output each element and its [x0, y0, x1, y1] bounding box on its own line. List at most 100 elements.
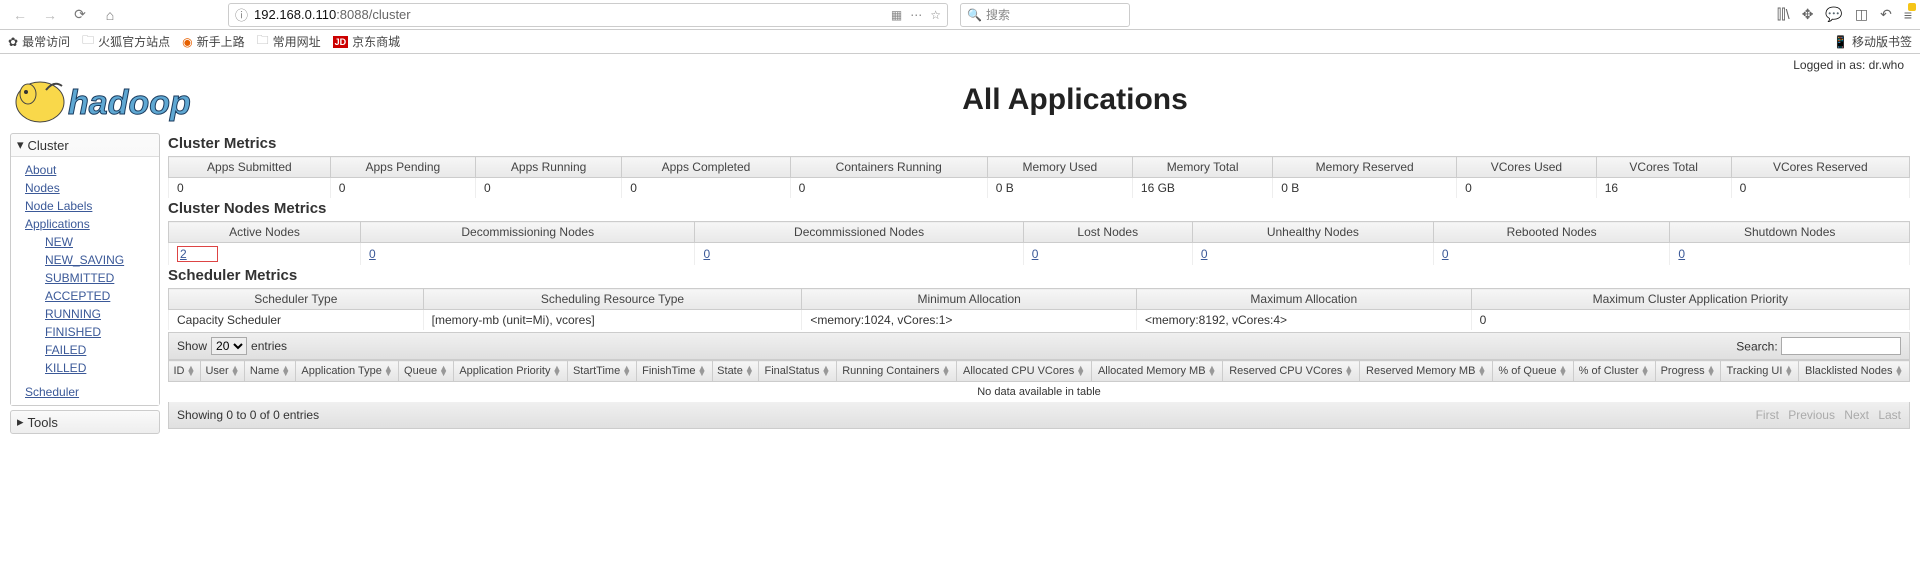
sort-icon: ▲▼ [1208, 366, 1217, 377]
bookmark-frequent[interactable]: ✿最常访问 [8, 33, 70, 50]
column-header[interactable]: Progress▲▼ [1655, 361, 1721, 382]
browser-search-box[interactable]: 🔍 搜索 [960, 3, 1130, 27]
metric-link[interactable]: 2 [180, 247, 187, 261]
column-header[interactable]: Application Priority▲▼ [453, 361, 567, 382]
column-header[interactable]: Reserved Memory MB▲▼ [1360, 361, 1493, 382]
sidebar-about[interactable]: About [25, 161, 159, 179]
bookmark-firefox[interactable]: 🗀火狐官方站点 [82, 31, 170, 52]
pager-prev[interactable]: Previous [1788, 408, 1835, 422]
metric-value: 16 GB [1132, 178, 1272, 199]
metric-value: 0 [1433, 243, 1670, 266]
pager-last[interactable]: Last [1878, 408, 1901, 422]
column-header[interactable]: User▲▼ [200, 361, 244, 382]
forward-button[interactable]: → [38, 3, 62, 27]
metric-value: 16 [1596, 178, 1731, 199]
menu-icon[interactable]: ≡ [1904, 7, 1912, 23]
bookmark-common[interactable]: 🗀常用网址 [257, 31, 321, 52]
sidebar-cluster-header[interactable]: ▾Cluster [11, 134, 159, 156]
undo-icon[interactable]: ↶ [1880, 6, 1892, 23]
sort-icon: ▲▼ [1641, 366, 1650, 377]
column-header[interactable]: State▲▼ [712, 361, 759, 382]
pager-first[interactable]: First [1756, 408, 1779, 422]
sort-icon: ▲▼ [1477, 366, 1486, 377]
column-header[interactable]: % of Cluster▲▼ [1573, 361, 1655, 382]
column-header[interactable]: Queue▲▼ [399, 361, 453, 382]
home-button[interactable]: ⌂ [98, 3, 122, 27]
column-header: VCores Total [1596, 157, 1731, 178]
sidebar-tools-header[interactable]: ▸Tools [11, 411, 159, 433]
sidebar-finished[interactable]: FINISHED [45, 323, 159, 341]
sidebar-new-saving[interactable]: NEW_SAVING [45, 251, 159, 269]
metric-value: [memory-mb (unit=Mi), vcores] [423, 310, 802, 331]
sidebar-nodes[interactable]: Nodes [25, 179, 159, 197]
metric-link[interactable]: 0 [369, 247, 376, 261]
metric-link[interactable]: 0 [1032, 247, 1039, 261]
column-header[interactable]: ID▲▼ [169, 361, 201, 382]
pager-next[interactable]: Next [1844, 408, 1869, 422]
column-header: Active Nodes [169, 222, 361, 243]
metric-link[interactable]: 0 [1442, 247, 1449, 261]
bookmark-jd[interactable]: JD京东商城 [333, 33, 401, 50]
back-button[interactable]: ← [8, 3, 32, 27]
site-info-icon[interactable]: ⓘ [235, 5, 248, 24]
column-header[interactable]: Blacklisted Nodes▲▼ [1799, 361, 1910, 382]
nodata-cell: No data available in table [169, 382, 1910, 403]
column-header[interactable]: Allocated CPU VCores▲▼ [957, 361, 1092, 382]
more-icon[interactable]: ⋯ [910, 8, 922, 22]
sidebar-applications[interactable]: Applications [25, 215, 159, 233]
jd-icon: JD [333, 36, 349, 48]
metric-value: 0 B [1273, 178, 1457, 199]
sidebar-running[interactable]: RUNNING [45, 305, 159, 323]
sort-icon: ▲▼ [439, 366, 448, 377]
column-header[interactable]: Tracking UI▲▼ [1721, 361, 1799, 382]
column-header[interactable]: StartTime▲▼ [567, 361, 636, 382]
scheduler-metrics-table: Scheduler TypeScheduling Resource TypeMi… [168, 288, 1910, 330]
sort-icon: ▲▼ [1784, 366, 1793, 377]
column-header: Unhealthy Nodes [1192, 222, 1433, 243]
sort-icon: ▲▼ [1558, 366, 1567, 377]
bookmark-star-icon[interactable]: ☆ [930, 8, 941, 22]
column-header[interactable]: Allocated Memory MB▲▼ [1092, 361, 1223, 382]
column-header[interactable]: Reserved CPU VCores▲▼ [1223, 361, 1360, 382]
sidebar-node-labels[interactable]: Node Labels [25, 197, 159, 215]
metric-link[interactable]: 0 [1201, 247, 1208, 261]
sidebar-killed[interactable]: KILLED [45, 359, 159, 377]
column-header[interactable]: % of Queue▲▼ [1493, 361, 1573, 382]
sidebar-icon[interactable]: ◫ [1855, 6, 1868, 23]
metric-link[interactable]: 0 [703, 247, 710, 261]
column-header[interactable]: Running Containers▲▼ [836, 361, 957, 382]
column-header: Rebooted Nodes [1433, 222, 1670, 243]
column-header: Apps Submitted [169, 157, 331, 178]
column-header: Memory Reserved [1273, 157, 1457, 178]
puzzle-icon[interactable]: ✥ [1802, 6, 1814, 23]
page-size-select[interactable]: 20 [211, 337, 247, 355]
sidebar-accepted[interactable]: ACCEPTED [45, 287, 159, 305]
column-header: Maximum Allocation [1136, 289, 1471, 310]
datatable-search-input[interactable] [1781, 337, 1901, 355]
column-header: Apps Completed [622, 157, 790, 178]
metric-link[interactable]: 0 [1678, 247, 1685, 261]
column-header[interactable]: Name▲▼ [245, 361, 296, 382]
sidebar-scheduler[interactable]: Scheduler [25, 383, 159, 401]
library-icon[interactable]: ⫿⫿\ [1777, 6, 1790, 23]
column-header: Apps Pending [330, 157, 475, 178]
bookmark-newbie[interactable]: ◉新手上路 [182, 33, 245, 50]
toolbar-right: ⫿⫿\ ✥ 💬 ◫ ↶ ≡ [1777, 6, 1912, 23]
bookmark-mobile[interactable]: 📱移动版书签 [1833, 33, 1912, 50]
qr-icon[interactable]: ▦ [891, 8, 902, 22]
column-header[interactable]: FinalStatus▲▼ [759, 361, 836, 382]
chat-icon[interactable]: 💬 [1825, 6, 1842, 23]
sidebar-new[interactable]: NEW [45, 233, 159, 251]
address-bar[interactable]: ⓘ 192.168.0.110:8088/cluster ▦ ⋯ ☆ [228, 3, 948, 27]
sidebar-submitted[interactable]: SUBMITTED [45, 269, 159, 287]
reload-button[interactable]: ⟳ [68, 3, 92, 27]
sidebar-failed[interactable]: FAILED [45, 341, 159, 359]
hadoop-logo[interactable]: hadoop [10, 72, 240, 127]
column-header[interactable]: Application Type▲▼ [295, 361, 398, 382]
column-header: VCores Used [1457, 157, 1597, 178]
sort-icon: ▲▼ [698, 366, 707, 377]
sort-icon: ▲▼ [941, 366, 950, 377]
show-label: Show [177, 339, 207, 353]
column-header[interactable]: FinishTime▲▼ [637, 361, 712, 382]
sort-icon: ▲▼ [745, 366, 754, 377]
